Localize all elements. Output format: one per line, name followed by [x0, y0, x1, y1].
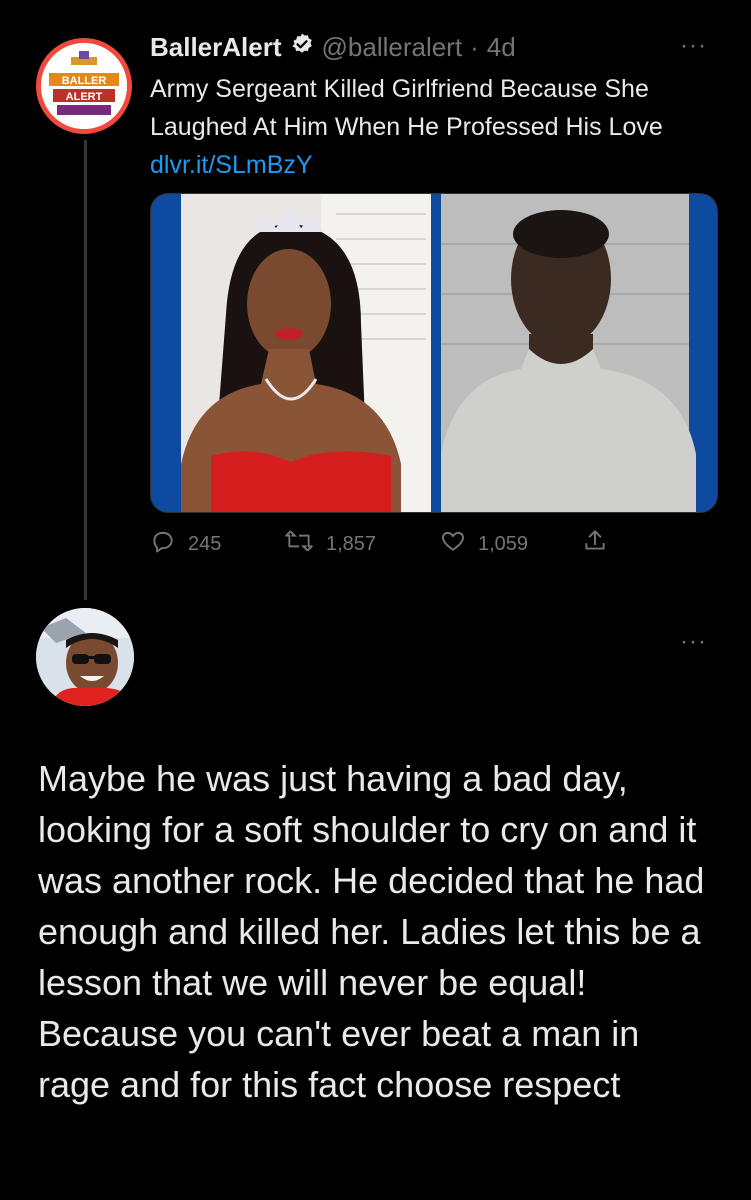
logo-text-1: BALLER: [62, 75, 107, 87]
handle[interactable]: @balleralert: [322, 32, 463, 63]
tweet-text: Army Sergeant Killed Girlfriend Because …: [150, 70, 710, 184]
reply-icon: [150, 528, 176, 560]
tweet-actions: 245 1,857 1,059: [150, 528, 630, 564]
like-button[interactable]: 1,059: [440, 528, 528, 560]
thread-line: [84, 140, 87, 600]
reply-button[interactable]: 245: [150, 528, 221, 560]
media-photos: [151, 194, 717, 512]
balleralert-logo: BALLER ALERT: [41, 43, 127, 129]
tweet-media[interactable]: [150, 193, 718, 513]
timestamp[interactable]: 4d: [487, 32, 516, 63]
more-options-icon[interactable]: ···: [680, 32, 707, 60]
tweet-link[interactable]: dlvr.it/SLmBzY: [150, 151, 313, 179]
reply-more-options-icon[interactable]: ···: [680, 628, 707, 656]
share-button[interactable]: [582, 528, 608, 560]
reply-text: Maybe he was just having a bad day, look…: [38, 758, 705, 1105]
like-count: 1,059: [478, 532, 529, 555]
tweet-header: BallerAlert @balleralert · 4d: [150, 30, 516, 64]
logo-text-2: ALERT: [66, 91, 103, 103]
user-photo: [36, 608, 134, 706]
tweet-body: Army Sergeant Killed Girlfriend Because …: [150, 75, 663, 141]
share-icon: [582, 528, 608, 560]
display-name[interactable]: BallerAlert: [150, 32, 282, 63]
reply-count: 245: [188, 532, 222, 555]
retweet-count: 1,857: [326, 532, 377, 555]
retweet-button[interactable]: 1,857: [284, 528, 376, 560]
retweet-icon: [284, 528, 314, 560]
verified-badge-icon: [290, 32, 314, 63]
heart-icon: [440, 528, 466, 560]
reply-avatar[interactable]: [36, 608, 134, 706]
separator: ·: [470, 31, 479, 62]
balleralert-avatar[interactable]: BALLER ALERT: [36, 38, 132, 134]
